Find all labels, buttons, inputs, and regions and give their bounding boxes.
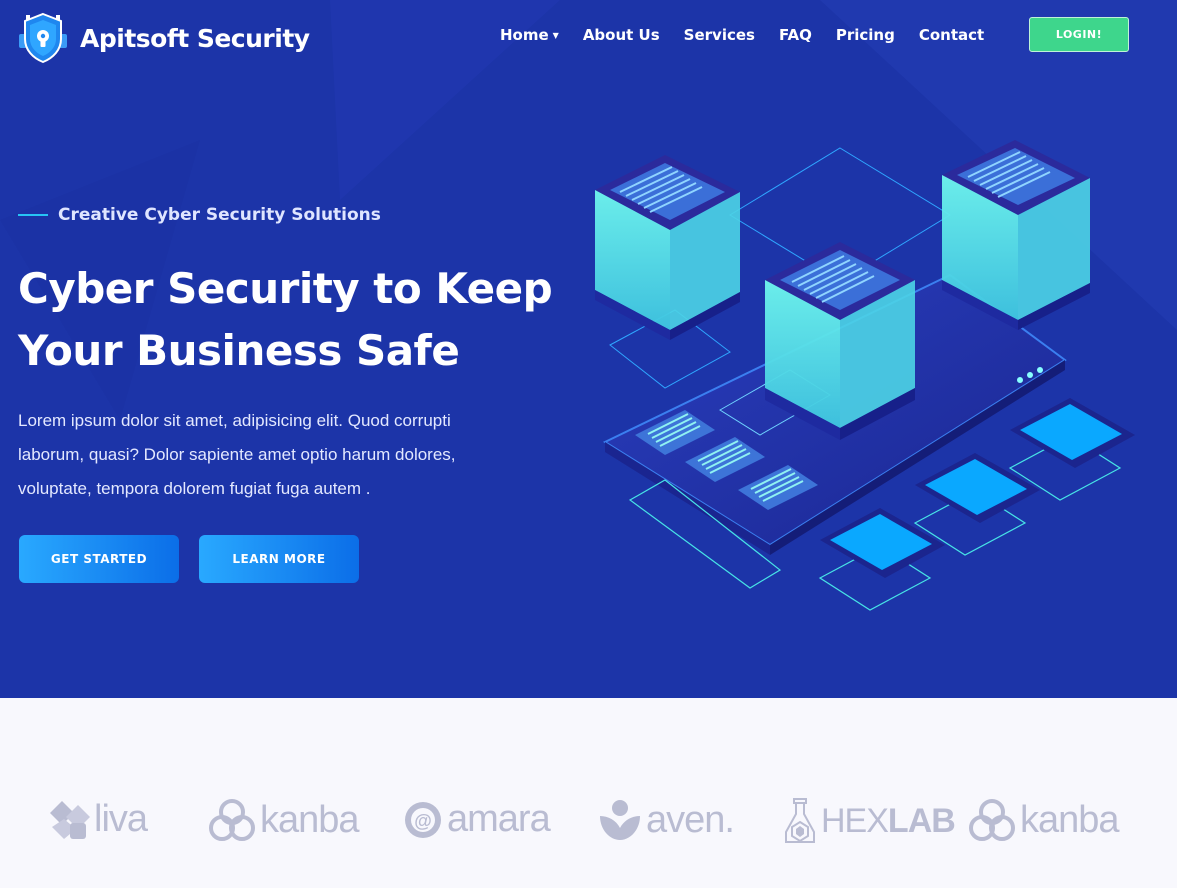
- shield-lock-icon: [19, 12, 67, 64]
- main-nav: Home ▼ About Us Services FAQ Pricing Con…: [500, 26, 1008, 44]
- partner-logos: liva kanba @ amara aven. HEX LAB kanba: [0, 698, 1177, 888]
- eyebrow-text: Creative Cyber Security Solutions: [58, 205, 381, 225]
- partner-kanba-2-name: kanba: [1020, 798, 1120, 841]
- partner-aven: aven.: [598, 798, 735, 842]
- partner-hexlab-name-bold: LAB: [887, 801, 956, 840]
- brand-logo[interactable]: Apitsoft Security: [18, 12, 310, 64]
- liva-logo-icon: [50, 800, 90, 839]
- caret-down-icon: ▼: [552, 30, 559, 40]
- learn-more-button[interactable]: LEARN MORE: [199, 535, 359, 583]
- hero-title: Cyber Security to Keep Your Business Saf…: [18, 258, 578, 382]
- nav-item-contact[interactable]: Contact: [919, 26, 984, 44]
- aven-logo-icon: [600, 800, 640, 840]
- kanba-logo-icon: [969, 799, 1015, 841]
- hero-description-line-2: laborum, quasi? Dolor sapiente amet opti…: [18, 445, 456, 464]
- partner-amara-name: amara: [447, 798, 551, 840]
- partner-liva: liva: [48, 798, 148, 841]
- nav-item-services[interactable]: Services: [684, 26, 755, 44]
- nav-item-about[interactable]: About Us: [583, 26, 660, 44]
- nav-item-faq[interactable]: FAQ: [779, 26, 812, 44]
- hero-description-line-1: Lorem ipsum dolor sit amet, adipisicing …: [18, 411, 451, 430]
- nav-item-home[interactable]: Home ▼: [500, 26, 559, 44]
- nav-item-pricing[interactable]: Pricing: [836, 26, 895, 44]
- hero-eyebrow: Creative Cyber Security Solutions: [18, 205, 381, 225]
- hero-section: Apitsoft Security Home ▼ About Us Servic…: [0, 0, 1177, 698]
- partner-liva-name: liva: [94, 798, 148, 840]
- partner-aven-name: aven.: [646, 798, 735, 841]
- eyebrow-line: [18, 214, 48, 216]
- login-button[interactable]: LOGIN!: [1029, 17, 1129, 52]
- hero-description: Lorem ipsum dolor sit amet, adipisicing …: [18, 404, 568, 506]
- nav-label-home: Home: [500, 26, 549, 44]
- partner-hexlab: HEX LAB: [783, 798, 956, 844]
- partner-kanba-1: kanba: [208, 798, 360, 842]
- get-started-button[interactable]: GET STARTED: [19, 535, 179, 583]
- partner-amara: @ amara: [403, 798, 551, 841]
- server-illustration: [595, 140, 1135, 611]
- svg-text:@: @: [414, 811, 432, 831]
- amara-logo-icon: @: [405, 801, 441, 838]
- hero-title-line-1: Cyber Security to Keep: [18, 264, 553, 313]
- partner-kanba-2: kanba: [968, 798, 1120, 842]
- partner-hexlab-name: HEX: [821, 801, 889, 840]
- partner-kanba-1-name: kanba: [260, 798, 360, 841]
- brand-name: Apitsoft Security: [80, 23, 310, 53]
- hero-description-line-3: voluptate, tempora dolorem fugiat fuga a…: [18, 479, 371, 498]
- kanba-logo-icon: [209, 799, 255, 841]
- hero-title-line-2: Your Business Safe: [18, 326, 460, 375]
- hexlab-logo-icon: [785, 798, 815, 843]
